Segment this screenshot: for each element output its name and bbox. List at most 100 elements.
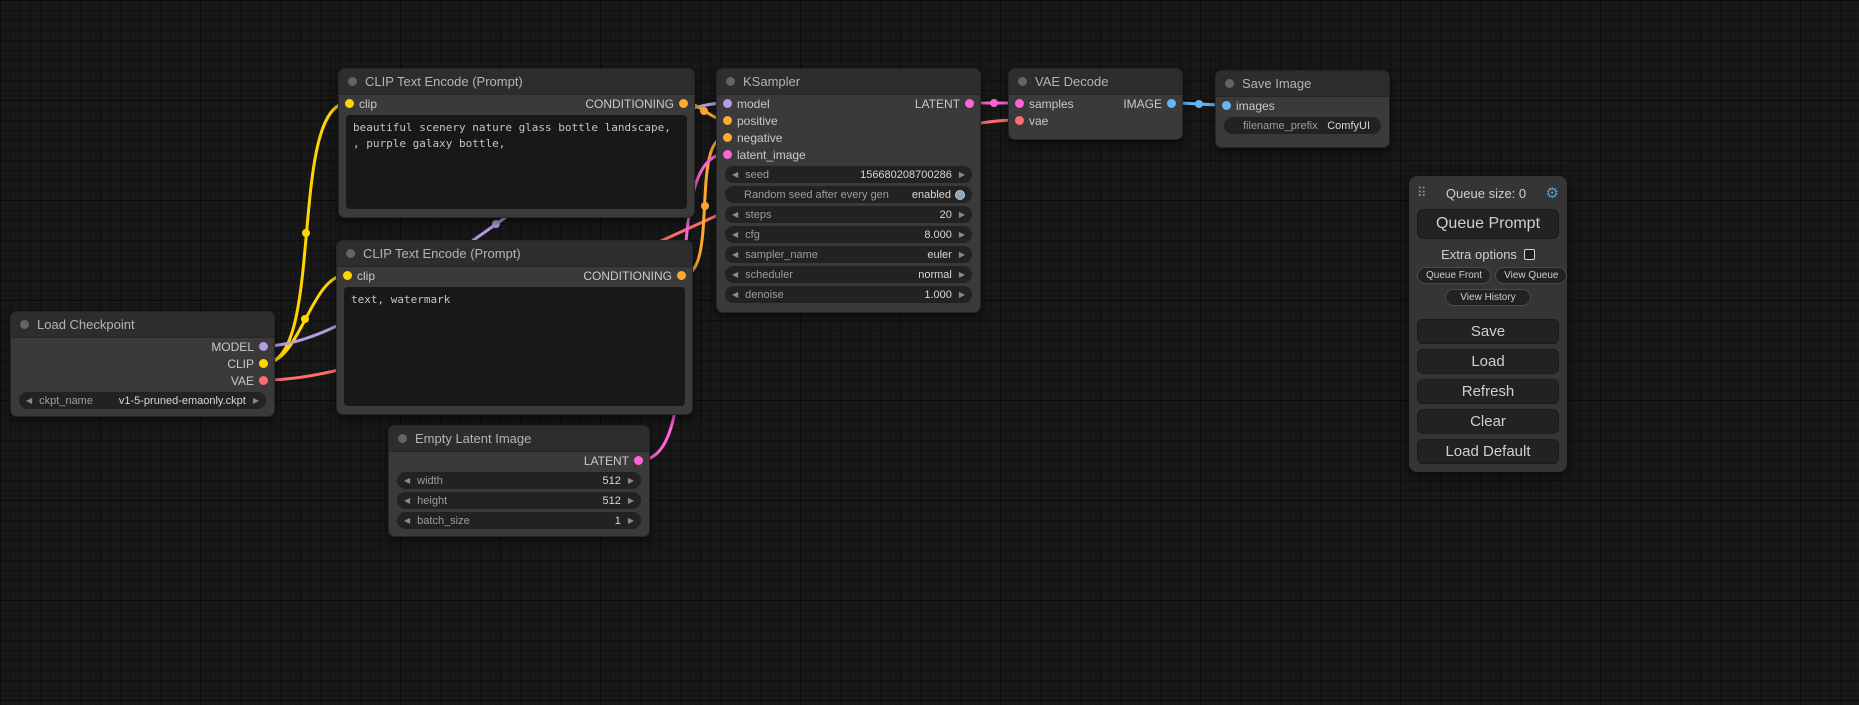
model-input-port[interactable] — [723, 99, 732, 108]
node-title-bar[interactable]: KSampler — [717, 69, 980, 95]
port-row-samples-image: samples IMAGE — [1009, 95, 1182, 112]
latent-output-port[interactable] — [965, 99, 974, 108]
widget-value: 1.000 — [924, 289, 952, 301]
increment-arrow-icon[interactable]: ▶ — [628, 517, 634, 525]
output-row-latent: LATENT — [389, 452, 649, 469]
decrement-arrow-icon[interactable]: ◀ — [732, 291, 738, 299]
widget-label: seed — [745, 169, 769, 181]
vae-output-port[interactable] — [259, 376, 268, 385]
clip-output-port[interactable] — [259, 359, 268, 368]
decrement-arrow-icon[interactable]: ◀ — [404, 497, 410, 505]
clear-button[interactable]: Clear — [1417, 409, 1559, 434]
node-title-bar[interactable]: CLIP Text Encode (Prompt) — [337, 241, 692, 267]
save-button[interactable]: Save — [1417, 319, 1559, 344]
decrement-arrow-icon[interactable]: ◀ — [26, 397, 32, 405]
increment-arrow-icon[interactable]: ▶ — [959, 231, 965, 239]
increment-arrow-icon[interactable]: ▶ — [959, 291, 965, 299]
node-title-bar[interactable]: Save Image — [1216, 71, 1389, 97]
load-default-button[interactable]: Load Default — [1417, 439, 1559, 464]
input-label: images — [1236, 99, 1275, 113]
extra-options-row: Extra options — [1417, 247, 1559, 262]
collapse-dot-icon[interactable] — [1225, 79, 1234, 88]
queue-front-button[interactable]: Queue Front — [1417, 267, 1491, 284]
node-title: CLIP Text Encode (Prompt) — [365, 74, 523, 89]
node-title: Empty Latent Image — [415, 431, 531, 446]
widget-filename-prefix[interactable]: filename_prefix ComfyUI — [1224, 117, 1381, 134]
increment-arrow-icon[interactable]: ▶ — [959, 271, 965, 279]
node-save-image[interactable]: Save Image images filename_prefix ComfyU… — [1215, 70, 1390, 148]
collapse-dot-icon[interactable] — [398, 434, 407, 443]
model-output-port[interactable] — [259, 342, 268, 351]
settings-gear-icon[interactable]: ⚙ — [1546, 184, 1559, 202]
widget-random-seed-toggle[interactable]: Random seed after every gen enabled — [725, 186, 972, 203]
node-load-checkpoint[interactable]: Load Checkpoint MODEL CLIP VAE ◀ ckpt_na… — [10, 311, 275, 417]
increment-arrow-icon[interactable]: ▶ — [959, 171, 965, 179]
wire-midpoint-dot — [1195, 100, 1203, 108]
samples-input-port[interactable] — [1015, 99, 1024, 108]
output-label: MODEL — [211, 340, 254, 354]
toggle-knob-icon[interactable] — [955, 190, 965, 200]
decrement-arrow-icon[interactable]: ◀ — [732, 231, 738, 239]
refresh-button[interactable]: Refresh — [1417, 379, 1559, 404]
decrement-arrow-icon[interactable]: ◀ — [732, 211, 738, 219]
increment-arrow-icon[interactable]: ▶ — [628, 477, 634, 485]
negative-prompt-textarea[interactable]: text, watermark — [344, 287, 685, 406]
widget-width[interactable]: ◀ width 512 ▶ — [397, 472, 641, 489]
widget-steps[interactable]: ◀ steps 20 ▶ — [725, 206, 972, 223]
node-clip-text-encode-negative[interactable]: CLIP Text Encode (Prompt) clip CONDITION… — [336, 240, 693, 415]
vae-input-port[interactable] — [1015, 116, 1024, 125]
decrement-arrow-icon[interactable]: ◀ — [404, 517, 410, 525]
widget-seed[interactable]: ◀ seed 156680208700286 ▶ — [725, 166, 972, 183]
widget-sampler-name[interactable]: ◀ sampler_name euler ▶ — [725, 246, 972, 263]
collapse-dot-icon[interactable] — [346, 249, 355, 258]
image-output-port[interactable] — [1167, 99, 1176, 108]
load-button[interactable]: Load — [1417, 349, 1559, 374]
collapse-dot-icon[interactable] — [348, 77, 357, 86]
input-label: vae — [1029, 114, 1048, 128]
conditioning-output-port[interactable] — [679, 99, 688, 108]
collapse-dot-icon[interactable] — [1018, 77, 1027, 86]
input-label: positive — [737, 114, 778, 128]
increment-arrow-icon[interactable]: ▶ — [959, 211, 965, 219]
extra-options-checkbox[interactable] — [1524, 249, 1535, 260]
increment-arrow-icon[interactable]: ▶ — [253, 397, 259, 405]
increment-arrow-icon[interactable]: ▶ — [628, 497, 634, 505]
increment-arrow-icon[interactable]: ▶ — [959, 251, 965, 259]
decrement-arrow-icon[interactable]: ◀ — [732, 271, 738, 279]
view-queue-button[interactable]: View Queue — [1495, 267, 1567, 284]
positive-input-port[interactable] — [723, 116, 732, 125]
collapse-dot-icon[interactable] — [20, 320, 29, 329]
decrement-arrow-icon[interactable]: ◀ — [732, 251, 738, 259]
comfyui-canvas[interactable]: { "icons": { "arrow_left": "◀", "arrow_r… — [0, 0, 1859, 705]
port-row-vae: vae — [1009, 112, 1182, 129]
widget-cfg[interactable]: ◀ cfg 8.000 ▶ — [725, 226, 972, 243]
node-ksampler[interactable]: KSampler model LATENT positive negative … — [716, 68, 981, 313]
view-history-button[interactable]: View History — [1445, 289, 1530, 306]
collapse-dot-icon[interactable] — [726, 77, 735, 86]
clip-input-port[interactable] — [343, 271, 352, 280]
widget-height[interactable]: ◀ height 512 ▶ — [397, 492, 641, 509]
node-title-bar[interactable]: CLIP Text Encode (Prompt) — [339, 69, 694, 95]
widget-scheduler[interactable]: ◀ scheduler normal ▶ — [725, 266, 972, 283]
wire-midpoint-dot — [301, 315, 309, 323]
conditioning-output-port[interactable] — [677, 271, 686, 280]
widget-batch-size[interactable]: ◀ batch_size 1 ▶ — [397, 512, 641, 529]
latent-image-input-port[interactable] — [723, 150, 732, 159]
latent-output-port[interactable] — [634, 456, 643, 465]
node-empty-latent-image[interactable]: Empty Latent Image LATENT ◀ width 512 ▶ … — [388, 425, 650, 537]
negative-input-port[interactable] — [723, 133, 732, 142]
queue-prompt-button[interactable]: Queue Prompt — [1417, 209, 1559, 239]
node-vae-decode[interactable]: VAE Decode samples IMAGE vae — [1008, 68, 1183, 140]
decrement-arrow-icon[interactable]: ◀ — [732, 171, 738, 179]
images-input-port[interactable] — [1222, 101, 1231, 110]
node-title-bar[interactable]: Empty Latent Image — [389, 426, 649, 452]
node-clip-text-encode-positive[interactable]: CLIP Text Encode (Prompt) clip CONDITION… — [338, 68, 695, 218]
node-title-bar[interactable]: VAE Decode — [1009, 69, 1182, 95]
clip-input-port[interactable] — [345, 99, 354, 108]
widget-ckpt-name[interactable]: ◀ ckpt_name v1-5-pruned-emaonly.ckpt ▶ — [19, 392, 266, 409]
widget-denoise[interactable]: ◀ denoise 1.000 ▶ — [725, 286, 972, 303]
positive-prompt-textarea[interactable]: beautiful scenery nature glass bottle la… — [346, 115, 687, 209]
decrement-arrow-icon[interactable]: ◀ — [404, 477, 410, 485]
drag-handle-icon[interactable]: ⠿ — [1417, 185, 1427, 201]
node-title-bar[interactable]: Load Checkpoint — [11, 312, 274, 338]
